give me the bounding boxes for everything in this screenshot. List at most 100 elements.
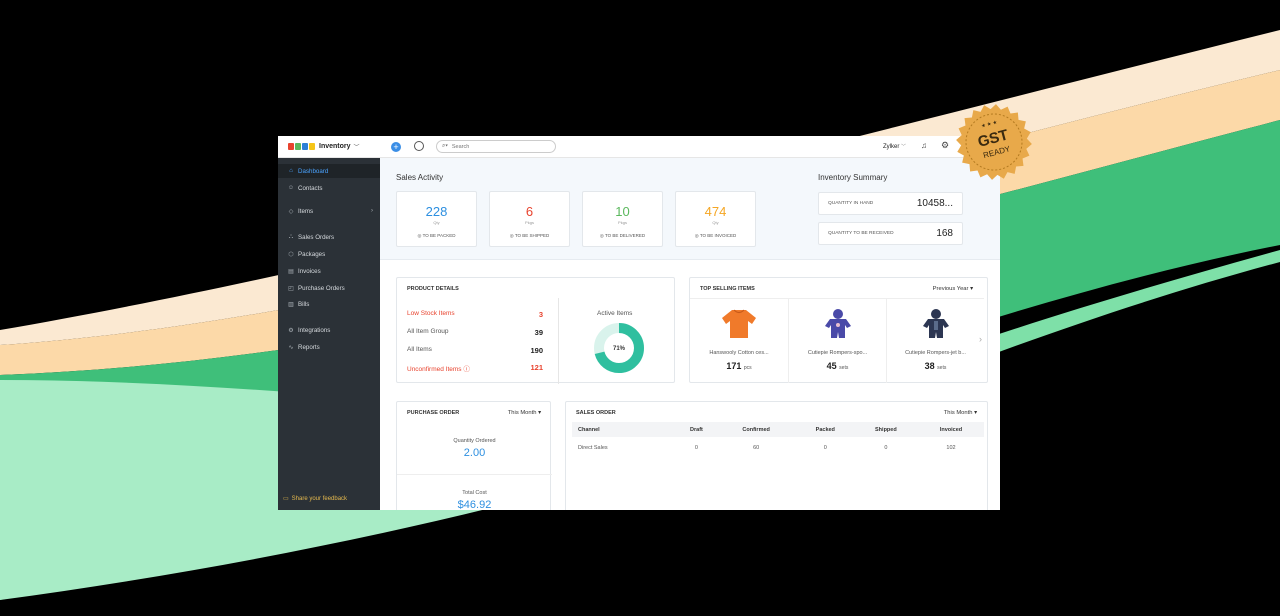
app-window: + ⌕▾ Zylker ﹀ ♫ ⚙ Inventory ﹀ ⌂ Dashboar…	[278, 136, 1000, 510]
inv-value: 168	[936, 228, 953, 239]
sa-label: ◎ TO BE PACKED	[397, 233, 476, 239]
sidebar-item-items[interactable]: ◇ Items ›	[278, 204, 380, 218]
search-input[interactable]	[451, 143, 542, 150]
table-cell: 102	[946, 445, 956, 451]
period-label: This Month	[943, 410, 973, 416]
top-item-name: Cutiepie Rompers-jet b...	[905, 350, 966, 356]
sidebar-item-invoices[interactable]: ▤ Invoices	[278, 264, 380, 278]
dashboard-main: Sales Activity 228 Qty ◎ TO BE PACKED 6 …	[380, 158, 1000, 510]
column-header: Shipped	[853, 422, 918, 437]
chevron-down-icon: ﹀	[353, 145, 360, 151]
sidebar-item-bills[interactable]: ▥ Bills	[278, 297, 380, 311]
bag-icon: ◰	[288, 285, 294, 292]
chevron-right-icon: ›	[371, 208, 373, 214]
pd-label: Unconfirmed Items	[407, 366, 462, 373]
sa-label-text: TO BE DELIVERED	[604, 233, 646, 238]
caret-down-icon: ▾	[970, 286, 973, 292]
pd-value: 3	[538, 310, 543, 319]
qty-value: 38	[924, 361, 935, 371]
org-switcher[interactable]: Zylker ﹀	[883, 143, 906, 150]
sales-activity-card-shipped[interactable]: 6 Pkgs ◎ TO BE SHIPPED	[489, 191, 570, 247]
table-row[interactable]: Direct Sales 0 60 0 0 102	[572, 437, 984, 459]
table-cell: 0	[884, 445, 888, 451]
caret-down-icon: ▾	[974, 410, 977, 416]
sidebar-item-purchase-orders[interactable]: ◰ Purchase Orders	[278, 281, 380, 295]
feedback-link[interactable]: ▭ Share your feedback	[283, 495, 348, 503]
sa-label: ◎ TO BE DELIVERED	[583, 233, 662, 239]
inv-value: 10458...	[916, 198, 953, 209]
pd-row-low-stock[interactable]: Low Stock Items 3	[407, 310, 543, 319]
brand-switcher[interactable]: Inventory ﹀	[278, 136, 380, 158]
sa-value: 6	[525, 204, 534, 219]
pd-row-unconfirmed[interactable]: Unconfirmed Items ⓘ 121	[407, 363, 543, 373]
sidebar-item-label: Invoices	[298, 267, 321, 275]
total-cost-value: $46.92	[457, 499, 492, 510]
sidebar-item-label: Integrations	[298, 326, 331, 334]
org-name: Zylker	[883, 144, 900, 150]
sales-activity-card-delivered[interactable]: 10 Pkgs ◎ TO BE DELIVERED	[582, 191, 663, 247]
inventory-row-to-receive: QUANTITY TO BE RECEIVED 168	[818, 222, 963, 245]
sales-activity-card-invoiced[interactable]: 474 Qty ◎ TO BE INVOICED	[675, 191, 756, 247]
top-selling-title: TOP SELLING ITEMS	[700, 286, 755, 292]
purchase-order-period-dropdown[interactable]: This Month ▾	[508, 410, 541, 416]
pd-value: 190	[530, 346, 543, 355]
sidebar-item-reports[interactable]: ∿ Reports	[278, 340, 380, 354]
doc-icon: ▤	[288, 268, 294, 275]
top-selling-period-dropdown[interactable]: Previous Year ▾	[933, 286, 973, 292]
sa-value: 228	[425, 204, 448, 219]
top-item-2[interactable]: Cutiepie Rompers-spo... 45 sets	[788, 298, 886, 383]
search-icon: ⌕▾	[442, 143, 448, 149]
sidebar-item-contacts[interactable]: ☺ Contacts	[278, 181, 380, 195]
sidebar-item-sales-orders[interactable]: ⛬ Sales Orders	[278, 230, 380, 244]
sa-value: 474	[704, 204, 727, 219]
pd-label: All Item Group	[407, 328, 449, 335]
chevron-down-icon: ﹀	[901, 144, 907, 150]
bell-icon[interactable]: ♫	[921, 141, 927, 150]
inv-label: QUANTITY IN HAND	[828, 201, 874, 206]
top-item-name: Cutiepie Rompers-spo...	[807, 350, 868, 356]
total-cost-label: Total Cost	[462, 490, 487, 496]
search-box[interactable]: ⌕▾	[436, 140, 556, 153]
sidebar-item-packages[interactable]: ⬡ Packages	[278, 247, 380, 261]
top-selling-panel: TOP SELLING ITEMS Previous Year ▾ Hanswo…	[689, 277, 988, 383]
top-item-1[interactable]: Hanswooly Cotton ces... 171 pcs	[690, 298, 788, 383]
sa-label: ◎ TO BE SHIPPED	[490, 233, 569, 239]
pd-row-item-group[interactable]: All Item Group 39	[407, 328, 543, 337]
info-icon: ⓘ	[463, 366, 470, 373]
purchase-order-title: PURCHASE ORDER	[407, 410, 460, 416]
add-icon[interactable]: +	[391, 142, 401, 152]
gear-icon[interactable]: ⚙	[941, 140, 949, 151]
qty-unit: sets	[937, 365, 947, 371]
sales-order-table: Channel Draft Confirmed Packed Shipped I…	[572, 422, 984, 459]
sidebar-item-dashboard[interactable]: ⌂ Dashboard	[278, 164, 380, 178]
feedback-label: Share your feedback	[291, 495, 348, 502]
qty-unit: sets	[839, 365, 849, 371]
table-cell: 0	[823, 445, 827, 451]
active-items-title: Active Items	[597, 310, 633, 317]
sa-label-text: TO BE PACKED	[422, 233, 456, 238]
sidebar-item-label: Contacts	[298, 184, 323, 192]
sales-order-period-dropdown[interactable]: This Month ▾	[944, 410, 977, 416]
sales-activity-card-packed[interactable]: 228 Qty ◎ TO BE PACKED	[396, 191, 477, 247]
top-item-qty: 171 pcs	[690, 361, 788, 371]
cart-icon: ⛬	[288, 233, 294, 240]
sa-value: 10	[615, 204, 630, 219]
pd-row-all-items[interactable]: All Items 190	[407, 346, 543, 355]
sidebar-item-integrations[interactable]: ⚙ Integrations	[278, 323, 380, 337]
active-items-donut: 71%	[594, 323, 644, 373]
sales-order-panel: SALES ORDER This Month ▾ Channel Draft C…	[565, 401, 988, 510]
qty-value: 45	[826, 361, 837, 371]
top-item-qty: 45 sets	[789, 361, 886, 371]
person-icon: ☺	[287, 185, 295, 191]
top-item-3[interactable]: Cutiepie Rompers-jet b... 38 sets	[886, 298, 984, 383]
qty-ordered-label: Quantity Ordered	[453, 438, 496, 444]
table-cell: Direct Sales	[578, 445, 608, 451]
sweater-icon	[722, 309, 756, 338]
box-icon: ⬡	[288, 251, 294, 258]
sales-activity-title: Sales Activity	[396, 173, 444, 182]
qty-unit: pcs	[743, 365, 752, 371]
plug-icon: ⚙	[288, 327, 294, 334]
chevron-right-icon[interactable]: ›	[979, 334, 982, 344]
chat-icon: ▭	[283, 496, 289, 502]
recent-activity-icon[interactable]	[414, 141, 424, 151]
